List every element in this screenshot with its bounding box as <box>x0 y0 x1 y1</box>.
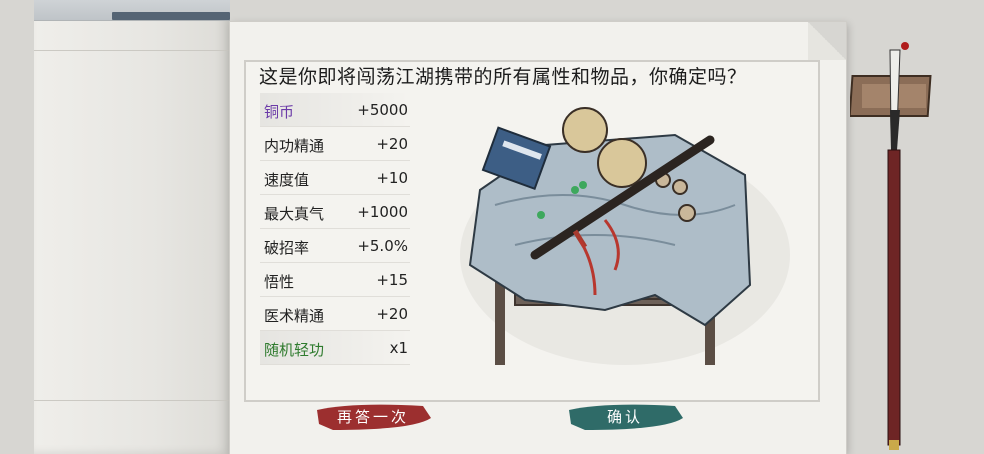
confirm-question: 这是你即将闯荡江湖携带的所有属性和物品，你确定吗？ <box>259 66 747 88</box>
stat-value: +1000 <box>357 203 408 221</box>
stat-value: +5000 <box>357 101 408 119</box>
stat-row: 医术精通 +20 <box>260 297 410 331</box>
stat-row: 悟性 +15 <box>260 263 410 297</box>
confirm-button[interactable]: 确认 <box>565 400 685 434</box>
stat-value: +15 <box>376 271 408 289</box>
stat-row: 铜币 +5000 <box>260 93 410 127</box>
notebook-tab <box>112 12 230 20</box>
stat-row: 最大真气 +1000 <box>260 195 410 229</box>
stat-row: 内功精通 +20 <box>260 127 410 161</box>
notebook-line <box>34 400 230 401</box>
folded-corner <box>808 22 846 60</box>
coin <box>672 179 688 195</box>
gourd <box>562 107 608 153</box>
stat-row: 破招率 +5.0% <box>260 229 410 263</box>
stat-row: 随机轻功 x1 <box>260 331 410 365</box>
stat-value: +5.0% <box>357 237 408 255</box>
stat-name: 速度值 <box>264 171 310 189</box>
stat-name: 随机轻功 <box>264 341 325 359</box>
stat-name: 医术精通 <box>264 307 325 325</box>
table-leg <box>495 275 505 365</box>
item-illustration <box>460 107 790 365</box>
coin <box>678 204 696 222</box>
stat-value: x1 <box>389 339 408 357</box>
stat-name: 最大真气 <box>264 205 325 223</box>
stat-value: +20 <box>376 135 408 153</box>
stat-name: 悟性 <box>264 273 295 291</box>
left-notebook <box>34 0 230 454</box>
stat-value: +20 <box>376 305 408 323</box>
confirm-label: 确认 <box>606 408 643 426</box>
stat-name: 破招率 <box>264 239 310 257</box>
stat-value: +10 <box>376 169 408 187</box>
stat-name: 铜币 <box>264 103 295 121</box>
retry-label: 再答一次 <box>336 408 409 426</box>
calligraphy-brush-icon <box>850 42 932 450</box>
stats-list: 铜币 +5000 内功精通 +20 速度值 +10 最大真气 +1000 破招率… <box>260 93 410 365</box>
notebook-line <box>34 50 230 51</box>
stat-name: 内功精通 <box>264 137 325 155</box>
stat-row: 速度值 +10 <box>260 161 410 195</box>
retry-button[interactable]: 再答一次 <box>313 400 433 434</box>
